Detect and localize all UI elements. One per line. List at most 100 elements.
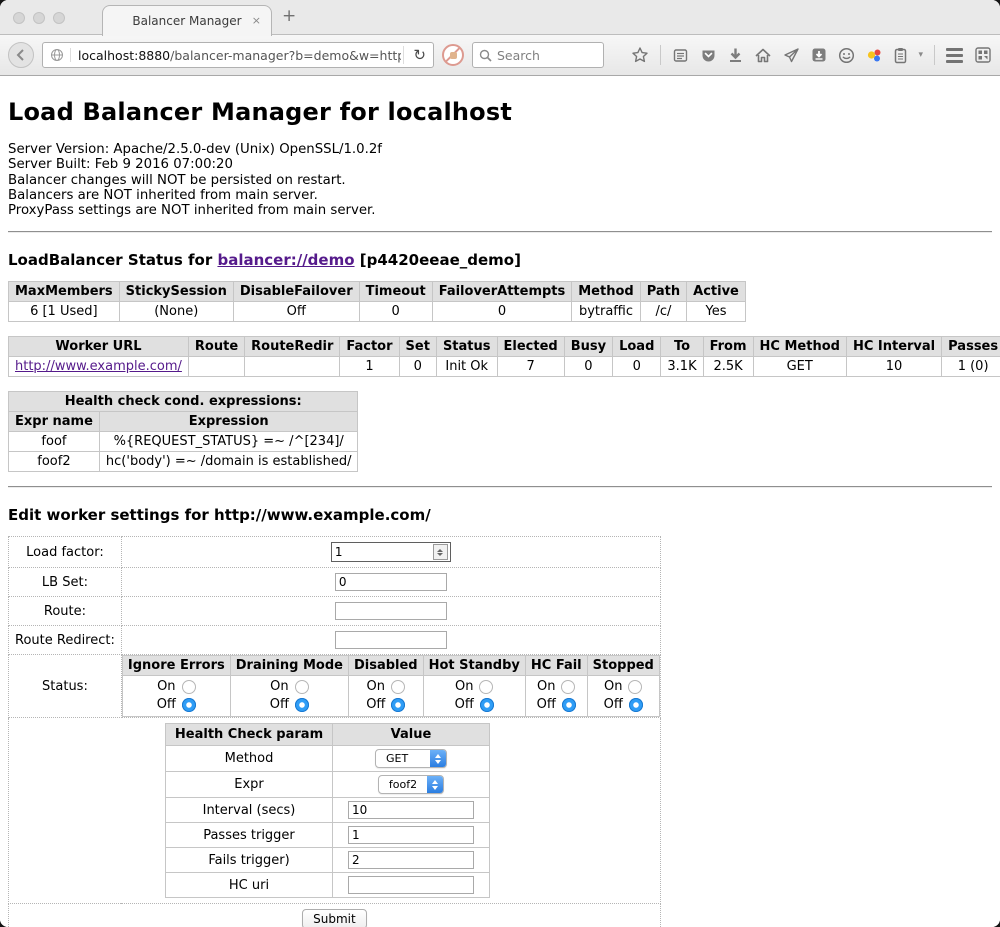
minimize-window-button[interactable] [33,12,45,24]
form-row-health-check: Health Check param Value Method GET Expr [9,718,661,904]
worker-url-link[interactable]: http://www.example.com/ [15,359,182,374]
close-window-button[interactable] [13,12,25,24]
column-header: Timeout [359,282,432,302]
route-input[interactable] [335,602,447,620]
expr-select[interactable]: foof2 [378,775,444,794]
menu-button[interactable] [946,48,963,63]
reading-list-button[interactable] [672,47,689,64]
column-header: Factor [340,337,399,357]
colored-dots-extension-icon [866,47,883,64]
tab-balancer-manager[interactable]: Balancer Manager × [102,5,272,36]
status-cell-hc-fail: On Off [525,676,587,717]
url-text[interactable]: localhost:8880/balancer-manager?b=demo&w… [71,48,401,63]
number-stepper-icon[interactable] [433,544,448,560]
downloads-button[interactable] [728,47,743,63]
param-value [333,823,490,848]
toolbar-divider [660,45,661,65]
page-content: Load Balancer Manager for localhost Serv… [0,98,1000,927]
colored-dots-extension-button[interactable] [866,47,883,64]
column-header: Health Check param [166,724,333,746]
divider [8,231,992,233]
search-bar[interactable]: Search [472,42,604,68]
column-header: Worker URL [9,337,189,357]
ignore-errors-on-radio[interactable] [182,680,196,694]
form-row-route-redirect: Route Redirect: [9,626,661,655]
status-cell-disabled: On Off [348,676,423,717]
hot-standby-off-radio[interactable] [480,698,494,712]
stopped-on-radio[interactable] [628,680,642,694]
ignore-errors-off-radio[interactable] [182,698,196,712]
column-header: HC Method [753,337,846,357]
hc-fail-on-radio[interactable] [561,680,575,694]
dropdown-caret-icon[interactable]: ▾ [918,50,923,60]
column-header: Value [333,724,490,746]
balancer-demo-link[interactable]: balancer://demo [217,251,354,269]
field-control [121,626,660,655]
new-tab-button[interactable]: + [282,6,296,26]
hot-standby-on-radio[interactable] [479,680,493,694]
status-cell-stopped: On Off [587,676,659,717]
stopped-off-radio[interactable] [629,698,643,712]
clipboard-extension-button[interactable] [894,47,907,64]
tab-title: Balancer Manager [132,14,241,28]
url-path: /balancer-manager?b=demo&w=http://www.ex… [170,48,401,63]
hc-row-hc-uri: HC uri [166,873,490,898]
grid-extension-button[interactable] [974,46,992,64]
reload-button[interactable]: ↻ [406,46,433,64]
send-to-device-button[interactable] [783,47,800,64]
status-table: Ignore Errors Draining Mode Disabled Hot… [122,655,660,717]
hc-row-method: Method GET [166,746,490,772]
column-header: Route [188,337,244,357]
on-label: On [604,678,622,696]
param-label: Fails trigger) [166,848,333,873]
param-label: Passes trigger [166,823,333,848]
column-header: Hot Standby [423,656,525,676]
panel-download-button[interactable] [811,47,827,63]
field-control: Ignore Errors Draining Mode Disabled Hot… [121,655,660,718]
page-title: Load Balancer Manager for localhost [8,98,992,126]
submit-cell: Submit [9,904,661,927]
bookmark-star-button[interactable] [631,46,649,64]
column-header: Passes [942,337,1000,357]
hc-fail-off-radio[interactable] [562,698,576,712]
fails-trigger-input[interactable] [348,851,474,869]
server-version-line: Server Version: Apache/2.5.0-dev (Unix) … [8,142,992,157]
cell-expression: %{REQUEST_STATUS} =~ /^[234]/ [99,432,358,452]
home-button[interactable] [754,47,772,64]
load-factor-field[interactable] [331,542,451,562]
adblock-disabled-icon[interactable] [442,44,464,66]
cell-stickysession: (None) [119,302,233,322]
disabled-off-radio[interactable] [391,698,405,712]
reading-list-icon [672,47,689,64]
disabled-on-radio[interactable] [391,680,405,694]
draining-mode-off-radio[interactable] [295,698,309,712]
load-factor-input[interactable] [332,545,433,559]
url-divider [403,46,404,64]
window-controls [13,12,65,24]
close-tab-icon[interactable]: × [252,14,261,27]
on-label: On [367,678,385,696]
hc-uri-input[interactable] [348,876,474,894]
field-control [121,568,660,597]
route-redirect-input[interactable] [335,631,447,649]
column-header: Draining Mode [230,656,348,676]
zoom-window-button[interactable] [53,12,65,24]
column-header: Path [640,282,686,302]
submit-button[interactable]: Submit [302,909,367,927]
draining-mode-on-radio[interactable] [295,680,309,694]
interval-input[interactable] [348,801,474,819]
column-header: Expr name [9,412,100,432]
lb-set-input[interactable] [335,573,447,591]
loadbalancer-status-heading: LoadBalancer Status for balancer://demo … [8,251,992,269]
column-header: Active [687,282,746,302]
param-value: GET [333,746,490,772]
server-built-line: Server Built: Feb 9 2016 07:00:20 [8,157,992,172]
passes-trigger-input[interactable] [348,826,474,844]
back-button[interactable] [8,42,34,68]
method-select[interactable]: GET [375,749,447,768]
bookmark-star-icon [631,46,649,64]
pocket-button[interactable] [700,47,717,64]
url-bar[interactable]: localhost:8880/balancer-manager?b=demo&w… [42,42,434,68]
feedback-smiley-button[interactable] [838,47,855,64]
cell-route [188,357,244,377]
